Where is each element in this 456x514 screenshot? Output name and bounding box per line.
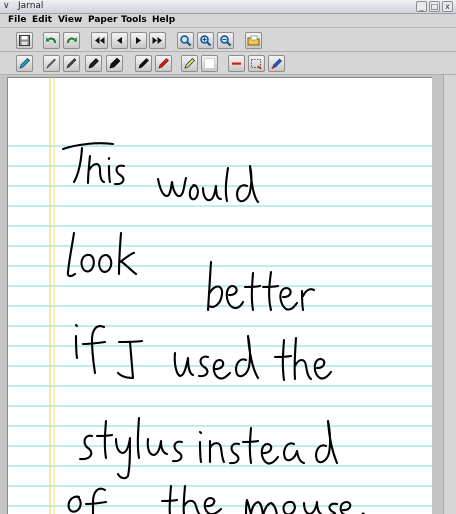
window-title: Jarnal xyxy=(18,1,44,11)
zoom-icon xyxy=(180,35,192,47)
last-page-icon xyxy=(152,37,162,44)
pen-medium-button[interactable] xyxy=(63,55,80,72)
menu-view[interactable]: View xyxy=(58,15,82,25)
menu-edit[interactable]: Edit xyxy=(32,15,52,25)
undo-icon xyxy=(46,37,56,44)
undo-button[interactable] xyxy=(43,32,60,49)
highlighter-button[interactable] xyxy=(181,55,198,72)
zoom-button[interactable] xyxy=(177,32,194,49)
pen-icon xyxy=(19,57,31,69)
clear-button[interactable] xyxy=(268,55,285,72)
select-button[interactable] xyxy=(248,55,265,72)
handwriting-line xyxy=(66,231,316,312)
window-menu-icon[interactable]: ∨ xyxy=(3,1,10,11)
eraser-button[interactable] xyxy=(201,55,218,72)
last-page-button[interactable] xyxy=(149,32,166,49)
pen-red-icon xyxy=(158,58,169,69)
handwriting-line xyxy=(61,142,260,204)
pen-extra-thick-button[interactable] xyxy=(106,55,123,72)
pen-thick-button[interactable] xyxy=(85,55,102,72)
handwriting-line xyxy=(74,323,333,382)
vertical-scrollbar[interactable] xyxy=(443,75,456,514)
maximize-button[interactable]: □ xyxy=(429,1,440,12)
zoom-out-button[interactable] xyxy=(217,32,234,49)
drawing-area[interactable] xyxy=(0,75,456,514)
zoom-in-icon xyxy=(200,35,212,47)
highlighter-icon xyxy=(184,57,196,69)
clear-icon xyxy=(271,58,282,70)
first-page-icon xyxy=(95,37,105,44)
pen-black-button[interactable] xyxy=(135,55,152,72)
menu-file[interactable]: File xyxy=(8,15,26,25)
save-button[interactable] xyxy=(16,32,33,49)
redo-icon xyxy=(67,37,77,44)
eraser-icon xyxy=(204,58,215,69)
save-icon xyxy=(19,35,30,46)
next-page-icon xyxy=(136,37,141,44)
previous-page-button[interactable] xyxy=(111,32,128,49)
pen-thick-icon xyxy=(88,58,99,69)
main-toolbar xyxy=(0,29,456,52)
line-icon xyxy=(232,62,241,65)
pen-fine-button[interactable] xyxy=(43,55,60,72)
pen-medium-icon xyxy=(66,58,77,69)
open-folder-icon xyxy=(247,35,260,46)
next-page-button[interactable] xyxy=(130,32,147,49)
pen-black-icon xyxy=(138,58,149,69)
title-bar: ∨ Jarnal _ □ x xyxy=(0,0,456,14)
pen-thick-icon xyxy=(109,57,121,69)
select-icon xyxy=(251,59,262,70)
menu-tools[interactable]: Tools xyxy=(121,15,147,25)
pen-red-button[interactable] xyxy=(155,55,172,72)
redo-button[interactable] xyxy=(63,32,80,49)
menu-bar: File Edit View Paper Tools Help xyxy=(0,14,456,28)
pen-button[interactable] xyxy=(16,55,33,72)
menu-help[interactable]: Help xyxy=(152,15,175,25)
open-folder-button[interactable] xyxy=(245,32,262,49)
handwriting-line xyxy=(78,416,339,480)
handwriting-line xyxy=(67,484,366,514)
menu-paper[interactable]: Paper xyxy=(88,15,117,25)
pen-fine-icon xyxy=(46,58,56,69)
lined-paper-page[interactable] xyxy=(7,77,433,514)
handwriting-canvas[interactable] xyxy=(8,78,433,514)
pen-toolbar xyxy=(0,52,456,75)
zoom-in-button[interactable] xyxy=(197,32,214,49)
ink-strokes xyxy=(61,142,366,514)
line-button[interactable] xyxy=(228,55,245,72)
first-page-button[interactable] xyxy=(91,32,108,49)
previous-page-icon xyxy=(117,37,122,44)
zoom-out-icon xyxy=(220,35,232,47)
minimize-button[interactable]: _ xyxy=(416,1,427,12)
close-button[interactable]: x xyxy=(442,1,453,12)
